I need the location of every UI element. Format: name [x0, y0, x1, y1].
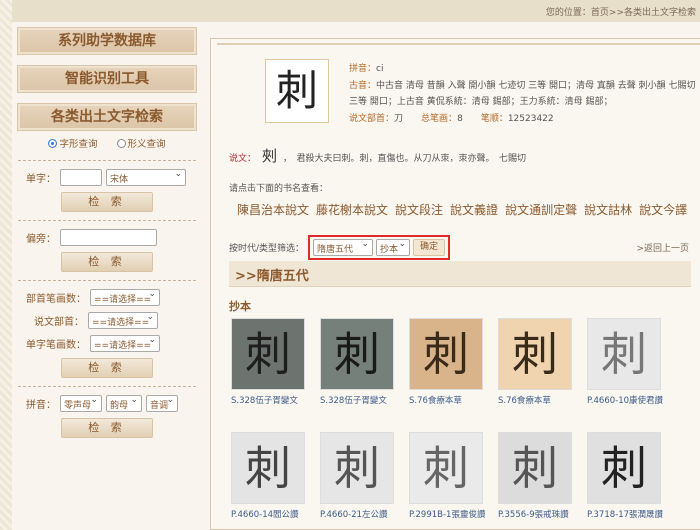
glyph-tile[interactable]: 刺 P.4660-21左公讚 — [320, 432, 404, 520]
glyph-image[interactable]: 刺 — [231, 318, 305, 390]
bushou-strokes-select[interactable]: ==请选择== — [90, 289, 160, 306]
filter-bar: 按时代/类型筛选： 隋唐五代 抄本 确定 >返回上一页 — [229, 235, 689, 260]
back-link[interactable]: >返回上一页 — [636, 241, 689, 254]
search-button-radical[interactable]: 检 索 — [61, 252, 153, 272]
filter-highlight: 隋唐五代 抄本 确定 — [308, 235, 451, 260]
era-select[interactable]: 隋唐五代 — [313, 239, 374, 256]
radical-label: 偏旁： — [26, 234, 56, 245]
book-link[interactable]: 說文通訓定聲 — [505, 203, 577, 217]
glyph-caption[interactable]: P.4660-14閻公讚 — [231, 508, 315, 520]
glyph-image[interactable]: 刺 — [587, 318, 661, 390]
radio-glyph-query[interactable]: 字形查询 — [48, 139, 97, 150]
single-char-label: 单字： — [26, 174, 56, 185]
glyph-image[interactable]: 刺 — [320, 318, 394, 390]
glyph-tile[interactable]: 刺 P.3556-9張戒珠讚 — [498, 432, 582, 520]
glyph-image[interactable]: 刺 — [498, 432, 572, 504]
glyph-tile[interactable]: 刺 P.3718-17張潤晟讚 — [587, 432, 671, 520]
glyph-image[interactable]: 刺 — [320, 432, 394, 504]
pinyin-label: 拼音： — [26, 400, 56, 411]
font-select[interactable]: 宋体 — [106, 169, 186, 186]
bushou-strokes-label: 部首笔画数： — [26, 294, 86, 305]
final-select[interactable]: 韵母 — [106, 395, 142, 412]
char-strokes-select[interactable]: ==请选择== — [90, 335, 160, 352]
char-glyph: 刺 — [265, 59, 329, 123]
shuowen-label: 说文： — [229, 154, 257, 164]
pinyin-label: 拼音： — [349, 64, 377, 74]
glyph-caption[interactable]: P.4660-21左公讚 — [320, 508, 404, 520]
shuowen-entry: 说文： 㓨 ， 君殺大夫曰刺。刺，直傷也。从刀从朿，朿亦聲。 七賜切 — [229, 145, 526, 166]
glyph-image[interactable]: 刺 — [231, 432, 305, 504]
guyin-value: 中古音 清母 昔韻 入聲 開小韻 七迹切 三等 開口；清母 寘韻 去聲 刺小韻 … — [349, 80, 696, 108]
single-char-input[interactable] — [60, 169, 102, 186]
glyph-tile[interactable]: 刺 S.328伍子胥變文 — [320, 318, 404, 406]
strokes-value: 8 — [457, 113, 463, 124]
confirm-button[interactable]: 确定 — [413, 239, 446, 256]
strokes-label: 总笔画： — [421, 113, 458, 124]
order-value: 12523422 — [507, 113, 554, 124]
search-button-pinyin[interactable]: 检 索 — [61, 418, 153, 438]
glyph-image[interactable]: 刺 — [409, 318, 483, 390]
shuowen-text: ， 君殺大夫曰刺。刺，直傷也。从刀从朿，朿亦聲。 七賜切 — [283, 154, 527, 164]
shuowen-bushou-label: 说文部首： — [34, 317, 84, 328]
glyph-image[interactable]: 刺 — [409, 432, 483, 504]
glyph-tile[interactable]: 刺 P.4660-10康使君讚 — [587, 318, 671, 406]
book-links: 陳昌治本說文 藤花榭本說文 說文段注 說文義證 說文通訓定聲 說文詁林 說文今譯 — [237, 201, 694, 218]
book-hint: 请点击下面的书名查看： — [229, 184, 329, 194]
book-link[interactable]: 說文詁林 — [584, 203, 632, 217]
char-strokes-label: 单字笔画数： — [26, 340, 86, 351]
initial-select[interactable]: 零声母 — [60, 395, 102, 412]
search-button-bushou[interactable]: 检 索 — [61, 358, 153, 378]
pinyin-value: ci — [376, 64, 384, 74]
glyph-caption[interactable]: P.3718-17張潤晟讚 — [587, 508, 671, 520]
glyph-tile[interactable]: 刺 P.2991B-1張靈俊讚 — [409, 432, 493, 520]
glyph-tile[interactable]: 刺 S.328伍子胥變文 — [231, 318, 315, 406]
book-link[interactable]: 陳昌治本說文 — [237, 203, 309, 217]
glyph-caption[interactable]: S.76食療本草 — [409, 394, 493, 406]
book-link[interactable]: 藤花榭本說文 — [316, 203, 388, 217]
sidebar-header-unearthed-search[interactable]: 各类出土文字检索 — [17, 103, 197, 131]
glyph-image[interactable]: 刺 — [498, 318, 572, 390]
glyph-caption[interactable]: S.328伍子胥變文 — [320, 394, 404, 406]
bushou-label: 说文部首： — [349, 113, 395, 124]
breadcrumb: 您的位置：首页>>各类出土文字检索 — [545, 8, 696, 18]
sidebar-header-series-db[interactable]: 系列助学数据库 — [17, 27, 197, 55]
tone-select[interactable]: 音调 — [146, 395, 178, 412]
search-button-single[interactable]: 检 索 — [61, 192, 153, 212]
sidebar: 系列助学数据库 智能识别工具 各类出土文字检索 字形查询 形义查询 单字： 宋体 … — [17, 27, 197, 444]
glyph-caption[interactable]: S.328伍子胥變文 — [231, 394, 315, 406]
guyin-label: 古音： — [349, 80, 377, 91]
shuowen-bushou-select[interactable]: ==请选择== — [88, 312, 158, 329]
char-info: 拼音：ci 古音：中古音 清母 昔韻 入聲 開小韻 七迹切 三等 開口；清母 寘… — [349, 61, 699, 127]
sidebar-header-recognition[interactable]: 智能识别工具 — [17, 65, 197, 93]
type-heading: 抄本 — [229, 300, 251, 313]
top-bar: 您的位置：首页>>各类出土文字检索 — [12, 0, 700, 22]
order-label: 笔顺： — [480, 113, 508, 124]
type-select[interactable]: 抄本 — [376, 239, 411, 256]
book-link[interactable]: 說文義證 — [450, 203, 498, 217]
radio-meaning-query[interactable]: 形义查询 — [116, 139, 166, 150]
filter-label: 按时代/类型筛选： — [229, 244, 305, 254]
seal-glyph: 㓨 — [262, 147, 278, 165]
main-panel: 刺 拼音：ci 古音：中古音 清母 昔韻 入聲 開小韻 七迹切 三等 開口；清母… — [210, 38, 700, 530]
decorative-border — [0, 0, 12, 530]
book-link[interactable]: 說文今譯 — [639, 203, 687, 217]
book-link[interactable]: 說文段注 — [395, 203, 443, 217]
glyph-caption[interactable]: P.4660-10康使君讚 — [587, 394, 671, 406]
dynasty-heading: >>隋唐五代 — [229, 261, 691, 287]
bushou-value: 刀 — [394, 113, 404, 124]
glyph-caption[interactable]: P.3556-9張戒珠讚 — [498, 508, 582, 520]
glyph-tile[interactable]: 刺 P.4660-14閻公讚 — [231, 432, 315, 520]
glyph-tile[interactable]: 刺 S.76食療本草 — [498, 318, 582, 406]
glyph-tile[interactable]: 刺 S.76食療本草 — [409, 318, 493, 406]
glyph-image[interactable]: 刺 — [587, 432, 661, 504]
radical-input[interactable] — [60, 229, 157, 246]
glyph-caption[interactable]: P.2991B-1張靈俊讚 — [409, 508, 493, 520]
glyph-caption[interactable]: S.76食療本草 — [498, 394, 582, 406]
